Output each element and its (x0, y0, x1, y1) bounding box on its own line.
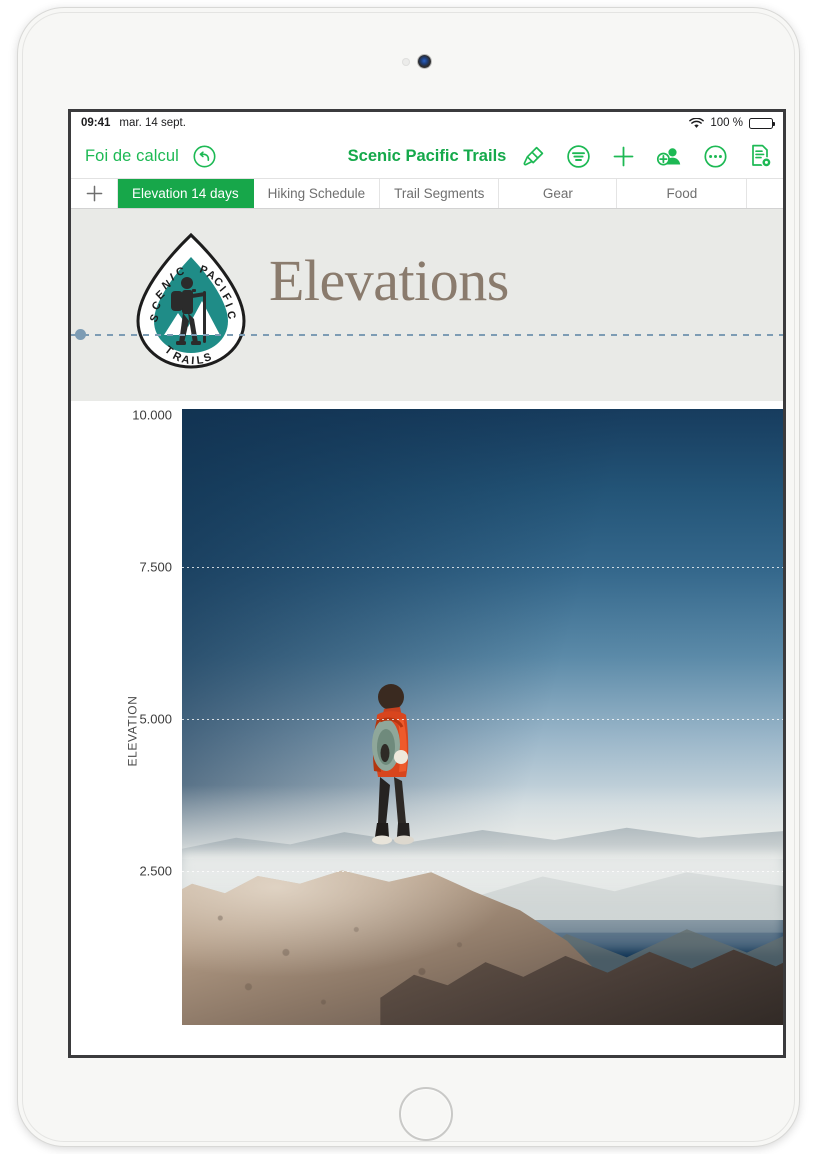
ipad-screen: 09:41 mar. 14 sept. 100 % Foi de calcul (68, 109, 786, 1058)
add-icon[interactable] (611, 144, 636, 169)
status-bar: 09:41 mar. 14 sept. 100 % (71, 112, 783, 134)
alignment-guide-line (71, 334, 783, 336)
y-tick-10000: 10.000 (132, 407, 172, 423)
sheet-header-band: S C E N I C P A C I F I C T R A I L S El… (71, 209, 783, 401)
sheet-tab-gear[interactable]: Gear (499, 179, 618, 208)
y-axis-ticks: 10.000 7.500 5.000 2.500 (71, 401, 182, 1055)
toolbar-actions (521, 143, 773, 169)
ambient-light-sensor (402, 58, 410, 66)
sheet-heading[interactable]: Elevations (269, 247, 509, 314)
gridline-7500 (182, 567, 783, 568)
elevation-chart[interactable]: ELEVATION 10.000 7.500 5.000 2.500 (71, 401, 783, 1055)
more-options-icon[interactable] (703, 144, 728, 169)
insert-organize-icon[interactable] (566, 144, 591, 169)
status-bar-left: 09:41 mar. 14 sept. (81, 117, 186, 129)
back-to-spreadsheets-button[interactable]: Foi de calcul (85, 147, 179, 166)
front-camera (418, 55, 431, 68)
ipad-device-frame: 09:41 mar. 14 sept. 100 % Foi de calcul (18, 8, 799, 1146)
sheet-tab-elevation-14-days[interactable]: Elevation 14 days (118, 179, 254, 208)
format-paintbrush-icon[interactable] (521, 144, 546, 169)
sheet-tab-trail-segments[interactable]: Trail Segments (380, 179, 500, 208)
gridline-5000 (182, 719, 783, 720)
alignment-guide-handle[interactable] (75, 329, 86, 340)
app-toolbar: Foi de calcul Scenic Pacific Trails (71, 134, 783, 178)
undo-icon[interactable] (193, 145, 216, 168)
photo-hiker-figure (372, 684, 415, 845)
wifi-icon (689, 117, 705, 128)
svg-text:I: I (191, 355, 196, 367)
home-button[interactable] (399, 1087, 453, 1141)
y-tick-7500: 7.500 (139, 559, 172, 575)
document-preview-icon[interactable] (748, 143, 773, 169)
sheet-canvas: S C E N I C P A C I F I C T R A I L S El… (71, 209, 783, 1055)
add-sheet-icon[interactable] (71, 179, 118, 208)
hiker-on-mountain-summit-photo (182, 409, 783, 1025)
sheet-tab-bar: Elevation 14 days Hiking Schedule Trail … (71, 178, 783, 209)
chart-plot-area[interactable] (182, 409, 783, 1025)
add-collaborator-icon[interactable] (656, 144, 683, 169)
sheet-tab-food[interactable]: Food (617, 179, 748, 208)
scenic-pacific-trails-logo[interactable]: S C E N I C P A C I F I C T R A I L S (132, 231, 250, 371)
y-tick-5000: 5.000 (139, 711, 172, 727)
sheet-tab-hiking-schedule[interactable]: Hiking Schedule (254, 179, 381, 208)
battery-percent-label: 100 % (710, 117, 743, 129)
status-time: 09:41 (81, 117, 111, 129)
status-date: mar. 14 sept. (119, 117, 186, 129)
y-tick-2500: 2.500 (139, 863, 172, 879)
status-bar-right: 100 % (689, 117, 775, 129)
battery-full-icon (749, 117, 775, 129)
gridline-2500 (182, 871, 783, 872)
